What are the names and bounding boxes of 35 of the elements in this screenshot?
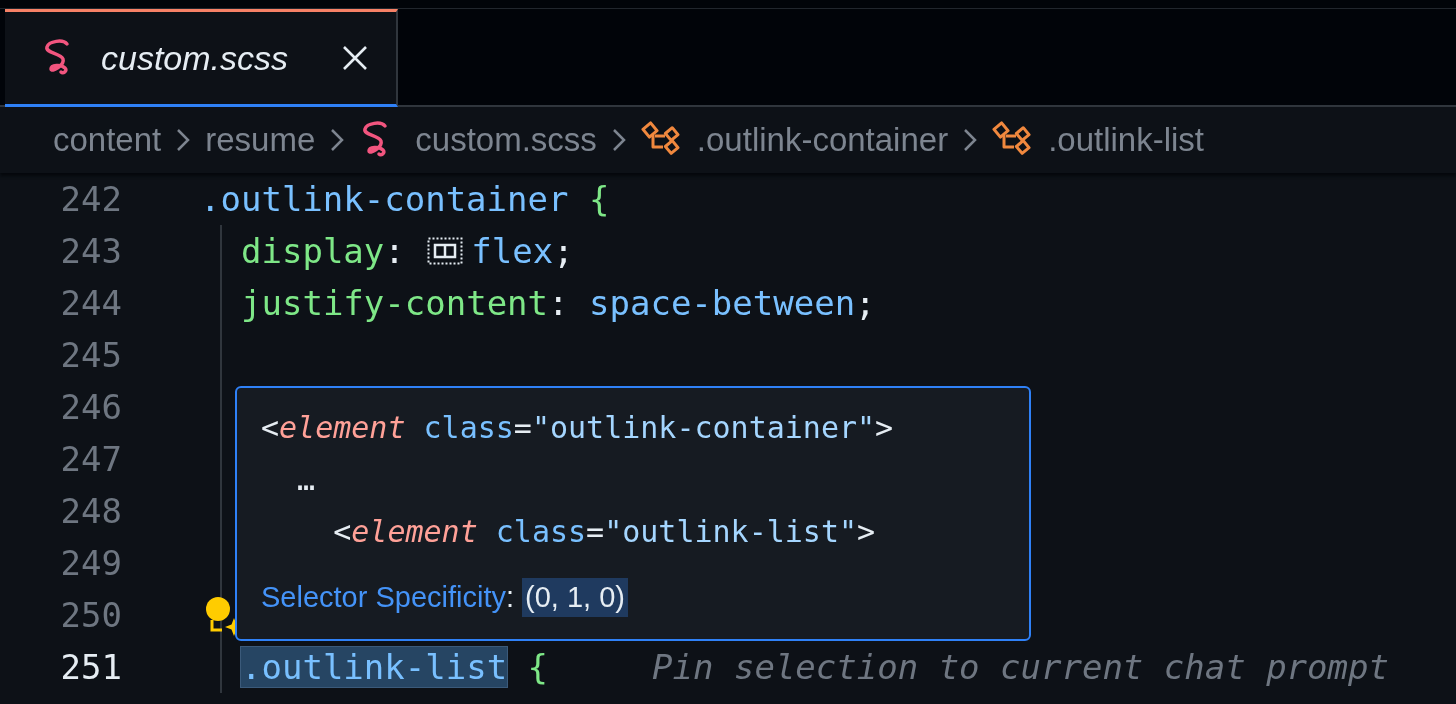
inline-hint: Pin selection to current chat prompt	[652, 647, 1389, 687]
code-text: flex;	[471, 231, 574, 271]
chevron-icon	[175, 127, 192, 153]
code-text: {	[526, 647, 549, 687]
selected-text: .outlink-list	[241, 647, 508, 687]
specificity-label: Selector Specificity	[261, 581, 506, 614]
line-number: 247	[59, 439, 122, 479]
close-icon[interactable]	[342, 45, 368, 71]
code-text: justify-content: space-between;	[241, 283, 876, 323]
line-number: 248	[59, 491, 122, 531]
breadcrumb-item[interactable]: custom.scss	[415, 121, 597, 159]
breadcrumb-item[interactable]: .outlink-container	[696, 121, 949, 159]
specificity-value: (0, 1, 0)	[522, 578, 628, 617]
line-number: 246	[59, 387, 122, 427]
line-number: 245	[59, 335, 122, 375]
line-number: 249	[59, 543, 122, 583]
line-number: 244	[59, 283, 122, 323]
code-text: display:	[241, 231, 406, 271]
separator-text: :	[506, 581, 515, 614]
line-number: 250	[59, 595, 122, 635]
breadcrumb-item[interactable]: resume	[205, 121, 316, 159]
code-text: …	[297, 462, 316, 497]
layout-icon[interactable]	[427, 237, 464, 265]
code-text: <element class="outlink-list">	[333, 514, 876, 549]
chevron-icon	[610, 127, 627, 153]
chevron-icon	[329, 127, 346, 153]
line-number: 242	[59, 179, 122, 219]
code-text: .outlink-container {	[200, 179, 610, 219]
code-text: <element class="outlink-container">	[261, 410, 894, 445]
line-number: 243	[59, 231, 122, 271]
chevron-icon	[962, 127, 979, 153]
editor-tab[interactable]: custom.scss	[5, 9, 398, 107]
line-number: 251	[59, 647, 122, 687]
breadcrumb-item[interactable]: .outlink-list	[1048, 121, 1205, 159]
breadcrumb-item[interactable]: content	[53, 121, 162, 159]
